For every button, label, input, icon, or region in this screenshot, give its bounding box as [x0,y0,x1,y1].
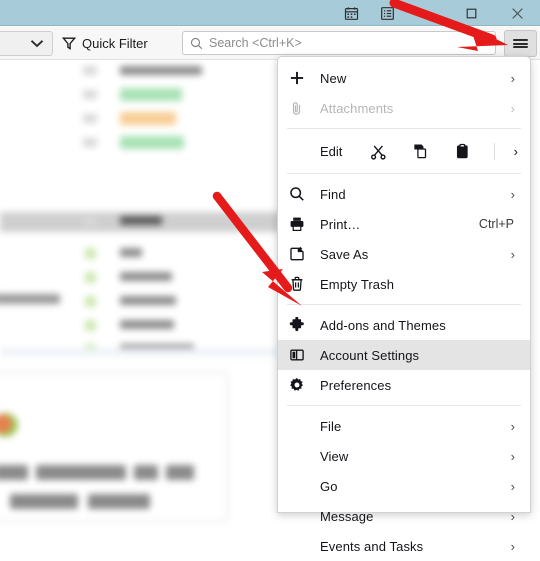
menu-item-label: Go [320,478,338,494]
paste-button[interactable] [449,139,475,163]
menu-item-label: Find [320,186,346,202]
menu-item-label: View [320,448,349,464]
trash-icon [289,276,311,292]
copy-button[interactable] [407,139,433,163]
copy-icon [412,143,429,160]
menu-item-edit[interactable]: Edit › [278,134,530,168]
menu-item-events-and-tasks[interactable]: Events and Tasks › [278,531,530,561]
menu-item-label: Add-ons and Themes [320,317,446,333]
chevron-right-icon: › [510,100,515,116]
menu-item-file[interactable]: File › [278,411,530,441]
menu-item-message[interactable]: Message › [278,501,530,531]
menu-item-label: Attachments [320,100,394,116]
menu-item-view[interactable]: View › [278,441,530,471]
cut-button[interactable] [365,139,391,163]
folder-dropdown-button[interactable] [0,31,53,56]
paperclip-icon [289,101,311,116]
chevron-right-icon: › [510,418,515,434]
chevron-right-icon: › [510,508,515,524]
chevron-right-icon: › [510,70,515,86]
chevron-right-icon: › [510,448,515,464]
chevron-right-icon: › [510,186,515,202]
quick-filter-button[interactable]: Quick Filter [62,32,148,55]
save-as-icon [289,246,311,262]
close-button[interactable] [494,0,540,26]
menu-item-label: Preferences [320,377,392,393]
menu-item-shortcut: Ctrl+P [478,217,514,231]
menu-item-label: Events and Tasks [320,538,424,554]
search-placeholder: Search <Ctrl+K> [209,36,302,50]
search-input[interactable]: Search <Ctrl+K> [182,31,496,55]
menu-item-label: Empty Trash [320,276,395,292]
clipboard-paste-icon [454,143,471,160]
menu-item-label: New [320,70,347,86]
tasks-icon[interactable] [372,0,402,26]
hamburger-icon [513,38,528,50]
message-list-background [0,58,282,355]
app-menu-panel: New › Attachments › Edit › Find › Print…… [277,56,531,554]
menu-separator [287,128,521,129]
search-icon [289,186,311,202]
chevron-right-icon: › [513,143,518,159]
gear-icon [289,377,311,393]
menu-separator [287,405,521,406]
account-settings-icon [289,347,311,363]
menu-item-addons-and-themes[interactable]: Add-ons and Themes [278,310,530,340]
funnel-icon [62,36,76,51]
menu-item-account-settings[interactable]: Account Settings [278,340,530,370]
menu-item-print[interactable]: Print… Ctrl+P [278,209,530,239]
menu-item-label: Account Settings [320,347,420,363]
menu-item-label: Edit [320,143,343,159]
minimize-button[interactable]: – [402,0,448,26]
chevron-right-icon: › [510,538,515,554]
menu-item-find[interactable]: Find › [278,179,530,209]
window-title-bar: – [0,0,540,26]
menu-item-new[interactable]: New › [278,63,530,93]
minimize-label: – [421,5,429,21]
app-menu-button[interactable] [504,30,537,57]
menu-separator [287,173,521,174]
menu-item-go[interactable]: Go › [278,471,530,501]
quick-filter-label: Quick Filter [82,36,148,51]
menu-item-label: Save As [320,246,369,262]
menu-item-preferences[interactable]: Preferences [278,370,530,400]
chevron-right-icon: › [510,246,515,262]
menu-item-attachments: Attachments › [278,93,530,123]
menu-item-label: Message [320,508,374,524]
menu-separator [287,304,521,305]
printer-icon [289,216,311,232]
menu-item-empty-trash[interactable]: Empty Trash [278,269,530,299]
maximize-button[interactable] [448,0,494,26]
puzzle-icon [289,317,311,333]
menu-item-save-as[interactable]: Save As › [278,239,530,269]
scissors-icon [370,143,387,160]
menu-item-label: Print… [320,216,361,232]
menu-item-label: File [320,418,342,434]
chevron-right-icon: › [510,478,515,494]
plus-icon [289,70,311,86]
search-icon [190,37,203,50]
calendar-icon[interactable] [336,0,366,26]
chevron-down-icon [30,40,44,48]
